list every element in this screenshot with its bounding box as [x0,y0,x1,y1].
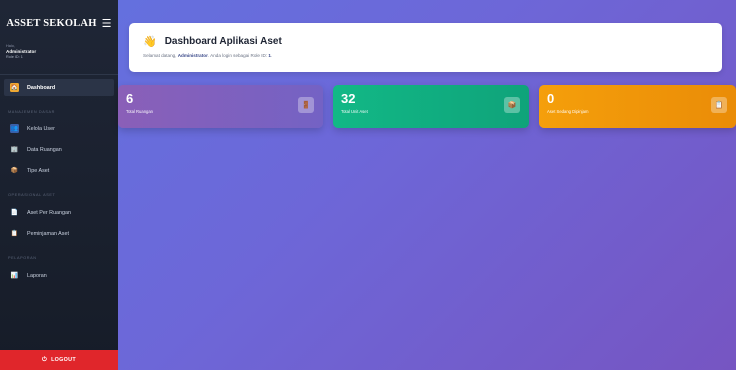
clipboard-icon: 📋 [711,97,727,113]
sidebar-item-label: Tipe Aset [27,167,50,174]
section-title-pelaporan: PELAPORAN [8,256,37,260]
stat-value: 0 [547,91,555,106]
sidebar-item-data-ruangan[interactable]: 🏢 Data Ruangan [4,141,114,158]
stat-label: Aset Sedang Dipinjam [547,109,589,114]
chart-icon: 📊 [10,273,19,279]
welcome-user: Administrator [177,53,208,58]
stat-card-aset-dipinjam: 0 Aset Sedang Dipinjam 📋 [539,85,736,128]
sidebar-item-label: Peminjaman Aset [27,230,69,237]
hamburger-menu-icon[interactable]: ☰ [102,17,112,30]
logout-button[interactable]: ⏻ LOGOUT [0,350,118,370]
box-icon: 📦 [10,168,19,174]
sidebar-item-tipe-aset[interactable]: 📦 Tipe Aset [4,162,114,179]
stat-card-total-ruangan: 6 Total Ruangan 🚪 [118,85,323,128]
stat-label: Total Ruangan [126,109,154,114]
page-title: 👋 Dashboard Aplikasi Aset [143,35,708,48]
brand: ASSET SEKOLAH ☰ [0,0,118,40]
stat-value: 6 [126,91,134,106]
welcome-card: 👋 Dashboard Aplikasi Aset Selamat datang… [129,23,722,72]
welcome-end: . [270,53,273,58]
sidebar-item-label: Aset Per Ruangan [27,209,72,216]
user-role: Role ID: 1 [6,55,23,59]
sidebar-item-laporan[interactable]: 📊 Laporan [4,267,114,284]
power-icon: ⏻ [42,356,48,363]
stat-value: 32 [341,91,356,106]
main-content: 👋 Dashboard Aplikasi Aset Selamat datang… [118,0,736,370]
stat-card-total-unit-aset: 32 Total Unit Aset 📦 [333,85,529,128]
page-title-text: Dashboard Aplikasi Aset [164,36,282,47]
sidebar-item-label: Kelola User [27,125,55,132]
stat-label: Total Unit Aset [341,109,368,114]
welcome-message: Selamat datang, Administrator. Anda logi… [143,53,708,58]
users-icon: 👥 [10,124,19,133]
clipboard-icon: 📋 [10,231,19,237]
sidebar: ASSET SEKOLAH ☰ Halo, Administrator Role… [0,0,118,370]
door-icon: 🚪 [298,97,314,113]
sidebar-divider [0,74,118,75]
sidebar-item-peminjaman-aset[interactable]: 📋 Peminjaman Aset [4,225,114,242]
sidebar-item-aset-per-ruangan[interactable]: 📄 Aset Per Ruangan [4,204,114,221]
building-icon: 🏢 [10,147,19,153]
home-icon: 🏠 [10,83,19,92]
sidebar-item-label: Dashboard [27,84,56,91]
logout-label: LOGOUT [51,357,76,363]
sidebar-item-kelola-user[interactable]: 👥 Kelola User [4,120,114,137]
sidebar-item-dashboard[interactable]: 🏠 Dashboard [4,79,114,96]
waving-hand-icon: 👋 [143,36,157,48]
user-info: Halo, Administrator Role ID: 1 [0,40,118,74]
welcome-mid: . Anda login sebagai Role ID: [207,53,269,58]
section-title-manajemen: MANAJEMEN DASAR [8,110,55,114]
brand-title: ASSET SEKOLAH [6,17,97,29]
welcome-prefix: Selamat datang, [143,53,178,58]
document-icon: 📄 [10,210,19,216]
box-icon: 📦 [504,97,520,113]
sidebar-item-label: Data Ruangan [27,146,62,153]
section-title-operasional: OPERASIONAL ASET [8,193,56,197]
sidebar-item-label: Laporan [27,272,47,279]
